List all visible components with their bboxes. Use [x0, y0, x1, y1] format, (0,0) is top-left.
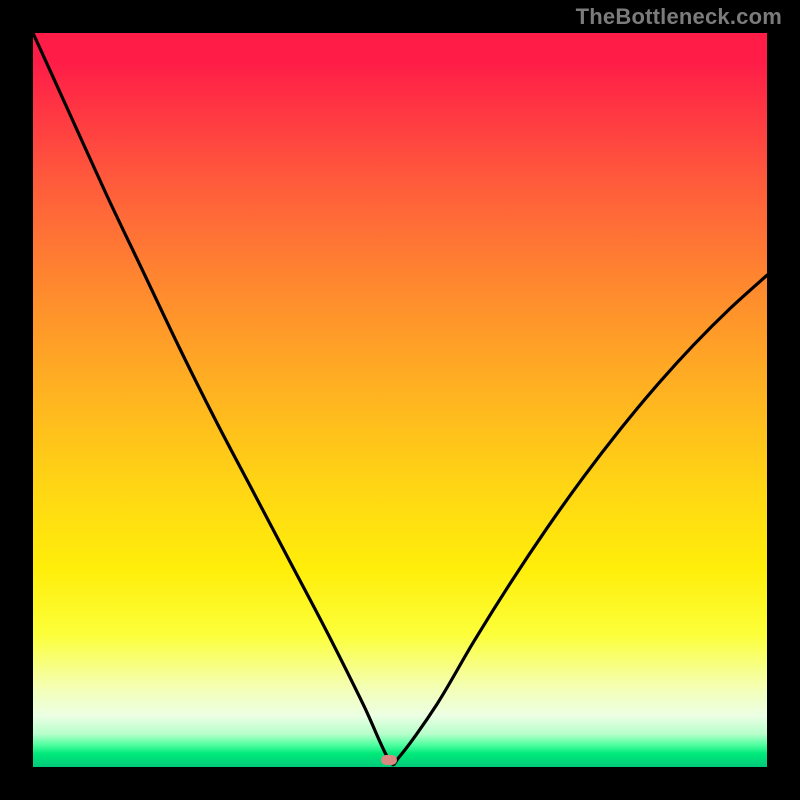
plot-area — [33, 33, 767, 767]
watermark-text: TheBottleneck.com — [576, 4, 782, 30]
bottleneck-curve — [33, 33, 767, 767]
chart-container: TheBottleneck.com — [0, 0, 800, 800]
minimum-marker — [381, 755, 397, 765]
